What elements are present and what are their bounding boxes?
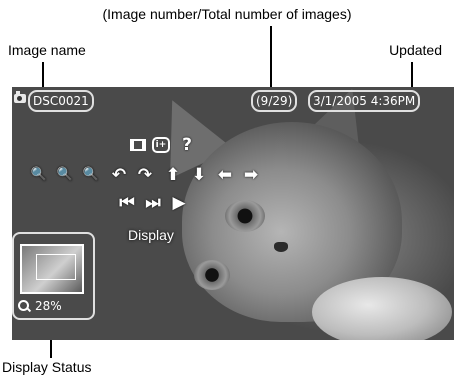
zoom-out-icon[interactable]: 🔍 bbox=[28, 165, 50, 185]
callout-display-status: Display Status bbox=[2, 359, 92, 375]
photo-cat-nose bbox=[274, 242, 288, 252]
callout-image-number: (Image number/Total number of images) bbox=[102, 6, 352, 22]
magnifier-icon bbox=[18, 300, 29, 311]
zoom-percent: 28% bbox=[35, 299, 62, 313]
image-number-label: (9/29) bbox=[251, 90, 298, 112]
info-icon[interactable]: i+ bbox=[152, 137, 170, 153]
status-bar: DSC0021 (9/29) 3/1/2005 4:36PM bbox=[12, 87, 454, 112]
previous-icon[interactable]: ⏮ bbox=[116, 193, 138, 213]
play-icon[interactable]: ▶ bbox=[168, 193, 190, 213]
callout-updated: Updated bbox=[389, 42, 442, 58]
rotate-left-icon[interactable]: ↶ bbox=[108, 165, 130, 185]
zoom-level: 28% bbox=[18, 299, 62, 313]
image-name-label: DSC0021 bbox=[28, 90, 94, 112]
photo-cat-eye bbox=[194, 260, 230, 290]
arrow-left-icon[interactable]: ⬅ bbox=[214, 165, 236, 185]
arrow-right-icon[interactable]: ➡ bbox=[240, 165, 262, 185]
display-status-panel: 28% bbox=[12, 232, 95, 320]
photo-cat-paw bbox=[312, 277, 452, 340]
frame-icon[interactable] bbox=[130, 139, 146, 151]
zoom-reset-icon[interactable]: 🔍 bbox=[54, 165, 76, 185]
help-icon[interactable]: ? bbox=[176, 135, 198, 155]
updated-label: 3/1/2005 4:36PM bbox=[308, 90, 421, 112]
leader-line-image-number bbox=[270, 26, 272, 92]
photo-cat-eye bbox=[225, 200, 265, 232]
thumbnail-preview bbox=[20, 244, 84, 294]
psp-photo-viewer-screen: DSC0021 (9/29) 3/1/2005 4:36PM i+ ? 🔍 🔍 … bbox=[12, 87, 454, 340]
rotate-right-icon[interactable]: ↷ bbox=[134, 165, 156, 185]
selected-control-label: Display bbox=[128, 227, 174, 243]
arrow-down-icon[interactable]: ⬇ bbox=[188, 165, 210, 185]
next-icon[interactable]: ⏭ bbox=[142, 193, 164, 213]
visible-area-frame bbox=[36, 254, 76, 280]
callout-image-name: Image name bbox=[8, 42, 86, 58]
camera-icon bbox=[14, 91, 26, 103]
zoom-in-icon[interactable]: 🔍 bbox=[80, 165, 102, 185]
arrow-up-icon[interactable]: ⬆ bbox=[162, 165, 184, 185]
